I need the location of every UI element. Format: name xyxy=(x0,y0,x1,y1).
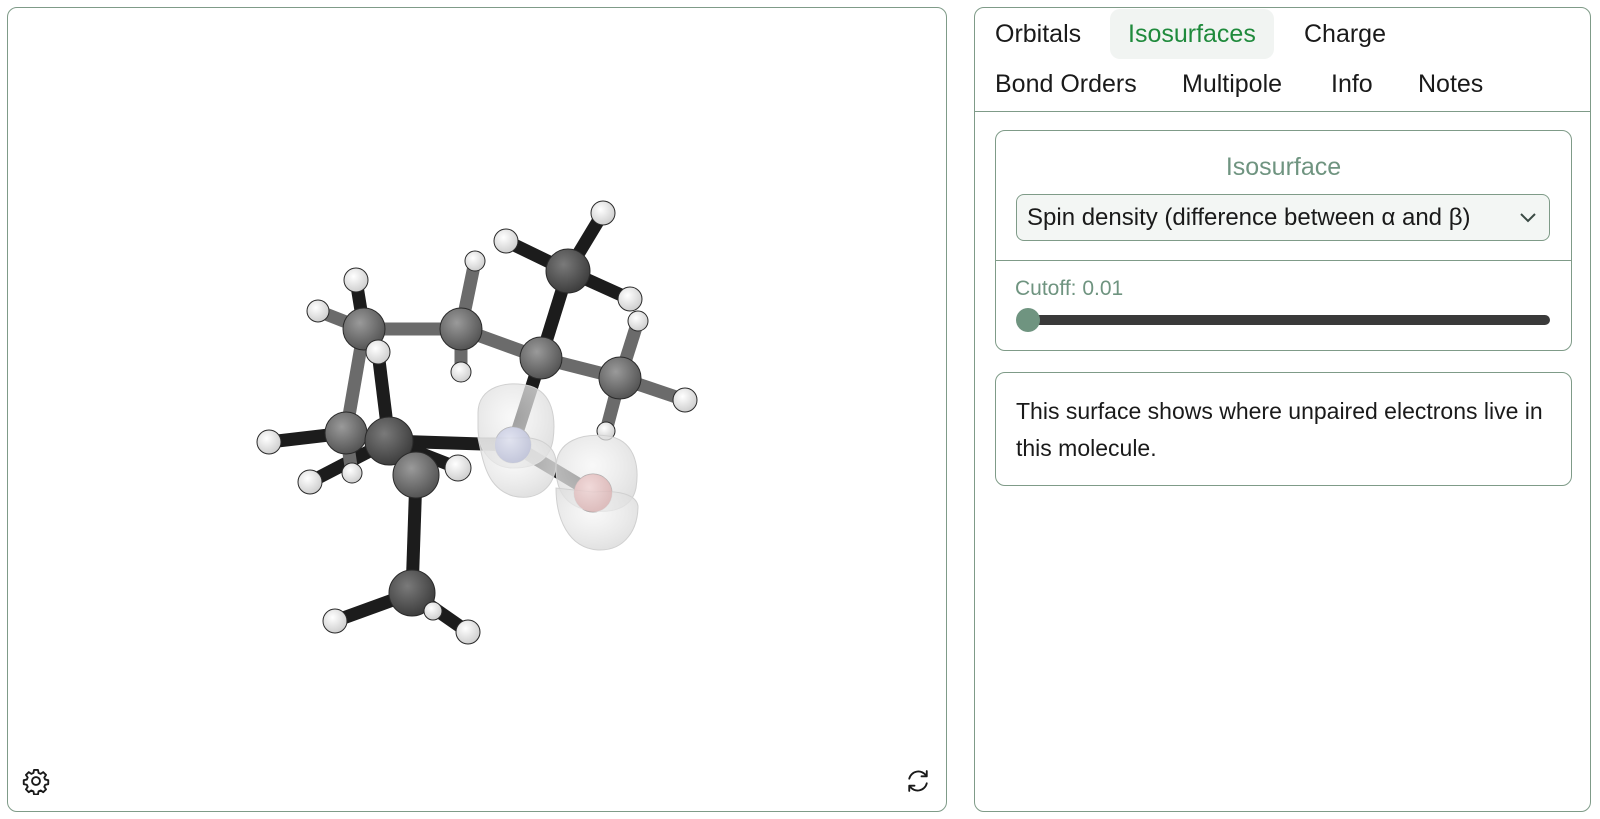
hydrogen-atom-H14 xyxy=(341,462,363,484)
tab-isosurfaces[interactable]: Isosurfaces xyxy=(1110,9,1274,59)
carbon-atom-C6 xyxy=(324,411,368,455)
hydrogen-atom-H3 xyxy=(365,339,391,365)
gear-icon xyxy=(22,768,50,795)
slider-track[interactable] xyxy=(1026,315,1550,325)
carbon-atom-C4 xyxy=(598,356,642,400)
carbon-atom-C3 xyxy=(519,336,563,380)
hydrogen-atom-H17 xyxy=(455,619,481,645)
atoms-layer xyxy=(256,200,698,645)
isosurface-settings-card: Isosurface Spin density (difference betw… xyxy=(995,130,1572,351)
tab-orbitals[interactable]: Orbitals xyxy=(977,9,1099,59)
hydrogen-atom-H1 xyxy=(343,267,369,293)
settings-button[interactable] xyxy=(20,765,52,797)
hydrogen-atom-H15 xyxy=(444,454,472,482)
chevron-down-icon xyxy=(1517,207,1539,229)
hydrogen-atom-H2 xyxy=(306,299,330,323)
reset-view-button[interactable] xyxy=(902,765,934,797)
hydrogen-atom-H6 xyxy=(493,228,519,254)
tab-charge[interactable]: Charge xyxy=(1286,9,1404,59)
hydrogen-atom-H8 xyxy=(617,286,643,312)
hydrogen-atom-H4 xyxy=(464,250,486,272)
isosurface-title: Isosurface xyxy=(1225,153,1342,181)
carbon-atom-C2 xyxy=(439,307,483,351)
carbon-atom-C8 xyxy=(392,451,440,499)
isosurface-select-value: Spin density (difference between α and β… xyxy=(1027,203,1471,231)
slider-thumb[interactable] xyxy=(1016,308,1040,332)
tab-notes[interactable]: Notes xyxy=(1400,59,1501,109)
hydrogen-atom-H9 xyxy=(627,310,649,332)
card-divider xyxy=(996,260,1571,261)
hydrogen-atom-H18 xyxy=(423,601,443,621)
carbon-atom-C5 xyxy=(545,248,591,294)
hydrogen-atom-H12 xyxy=(256,429,282,455)
hydrogen-atom-H13 xyxy=(297,469,323,495)
hydrogen-atom-H16 xyxy=(322,608,348,634)
isosurface-select[interactable]: Spin density (difference between α and β… xyxy=(1016,194,1550,241)
cutoff-slider[interactable] xyxy=(1016,308,1550,332)
side-panel: Orbitals Isosurfaces Charge Bond Orders … xyxy=(974,7,1591,812)
tab-multipole[interactable]: Multipole xyxy=(1164,59,1300,109)
isosurface-description: This surface shows where unpaired electr… xyxy=(1016,398,1543,461)
oxygen-atom-tint xyxy=(574,474,612,512)
description-card: This surface shows where unpaired electr… xyxy=(995,372,1572,486)
hydrogen-atom-H10 xyxy=(672,387,698,413)
tab-bond-orders[interactable]: Bond Orders xyxy=(977,59,1155,109)
tab-bar: Orbitals Isosurfaces Charge Bond Orders … xyxy=(975,8,1590,112)
hydrogen-atom-H5 xyxy=(450,361,472,383)
cutoff-label: Cutoff: 0.01 xyxy=(1015,277,1124,300)
nitrogen-atom-tint xyxy=(495,427,531,463)
molecule-viewer[interactable] xyxy=(7,7,947,812)
tab-info[interactable]: Info xyxy=(1313,59,1391,109)
refresh-icon xyxy=(908,770,928,792)
molecule-canvas[interactable] xyxy=(8,8,948,813)
hydrogen-atom-H7 xyxy=(590,200,616,226)
